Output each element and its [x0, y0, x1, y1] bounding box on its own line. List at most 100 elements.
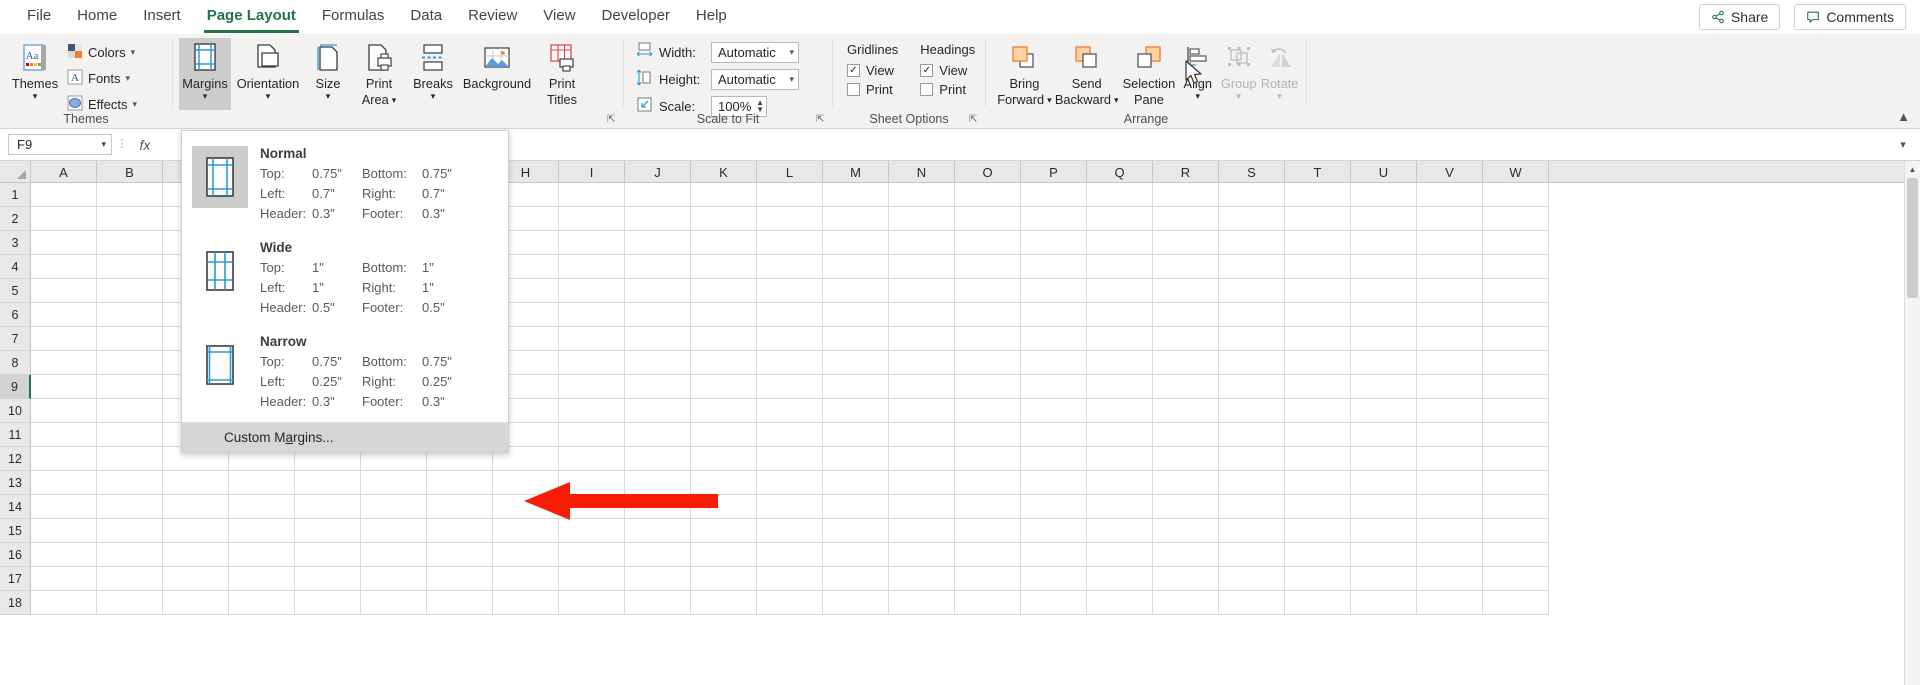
cell-W8[interactable]: [1483, 351, 1549, 375]
cell-N4[interactable]: [889, 255, 955, 279]
cell-U15[interactable]: [1351, 519, 1417, 543]
cell-W5[interactable]: [1483, 279, 1549, 303]
formula-bar-handle[interactable]: ⋮: [112, 139, 132, 150]
cell-J3[interactable]: [625, 231, 691, 255]
cell-F17[interactable]: [361, 567, 427, 591]
cell-I3[interactable]: [559, 231, 625, 255]
cell-E14[interactable]: [295, 495, 361, 519]
cell-U2[interactable]: [1351, 207, 1417, 231]
cell-P14[interactable]: [1021, 495, 1087, 519]
cell-U8[interactable]: [1351, 351, 1417, 375]
cell-P16[interactable]: [1021, 543, 1087, 567]
cell-U7[interactable]: [1351, 327, 1417, 351]
cell-S12[interactable]: [1219, 447, 1285, 471]
cell-L10[interactable]: [757, 399, 823, 423]
cell-Q15[interactable]: [1087, 519, 1153, 543]
cell-K4[interactable]: [691, 255, 757, 279]
cell-N1[interactable]: [889, 183, 955, 207]
margins-button[interactable]: Margins ▾: [179, 38, 231, 110]
cell-U3[interactable]: [1351, 231, 1417, 255]
column-header-R[interactable]: R: [1153, 161, 1219, 183]
cell-V9[interactable]: [1417, 375, 1483, 399]
cell-S4[interactable]: [1219, 255, 1285, 279]
cell-S16[interactable]: [1219, 543, 1285, 567]
margins-option-wide[interactable]: Wide Top: 1" Bottom: 1" Left: 1" Right: …: [182, 234, 508, 328]
cell-V12[interactable]: [1417, 447, 1483, 471]
cell-I4[interactable]: [559, 255, 625, 279]
chevron-down-icon[interactable]: ▾: [789, 47, 794, 57]
gridlines-view-checkbox[interactable]: ✓ View: [847, 63, 894, 78]
cell-U13[interactable]: [1351, 471, 1417, 495]
cell-V7[interactable]: [1417, 327, 1483, 351]
cell-D13[interactable]: [229, 471, 295, 495]
cell-J8[interactable]: [625, 351, 691, 375]
cell-B3[interactable]: [97, 231, 163, 255]
cell-W15[interactable]: [1483, 519, 1549, 543]
cell-E13[interactable]: [295, 471, 361, 495]
cell-U4[interactable]: [1351, 255, 1417, 279]
cell-R17[interactable]: [1153, 567, 1219, 591]
name-box[interactable]: F9 ▾: [8, 134, 112, 155]
row-header-13[interactable]: 13: [0, 471, 31, 495]
cell-P3[interactable]: [1021, 231, 1087, 255]
cell-I2[interactable]: [559, 207, 625, 231]
row-header-10[interactable]: 10: [0, 399, 31, 423]
cell-I1[interactable]: [559, 183, 625, 207]
cell-J1[interactable]: [625, 183, 691, 207]
tab-formulas[interactable]: Formulas: [309, 2, 398, 32]
cell-M6[interactable]: [823, 303, 889, 327]
column-header-N[interactable]: N: [889, 161, 955, 183]
column-header-B[interactable]: B: [97, 161, 163, 183]
chevron-down-icon[interactable]: ▾: [33, 92, 38, 101]
page-setup-dialog-launcher[interactable]: ⇱: [607, 114, 619, 126]
cell-J9[interactable]: [625, 375, 691, 399]
tab-insert[interactable]: Insert: [130, 2, 194, 32]
cell-E16[interactable]: [295, 543, 361, 567]
cell-U12[interactable]: [1351, 447, 1417, 471]
headings-print-checkbox[interactable]: Print: [920, 82, 966, 97]
column-header-L[interactable]: L: [757, 161, 823, 183]
cell-M5[interactable]: [823, 279, 889, 303]
cell-L15[interactable]: [757, 519, 823, 543]
cell-S14[interactable]: [1219, 495, 1285, 519]
cell-P8[interactable]: [1021, 351, 1087, 375]
page-height-select[interactable]: Automatic ▾: [711, 68, 799, 90]
cell-G18[interactable]: [427, 591, 493, 615]
cell-W12[interactable]: [1483, 447, 1549, 471]
cell-O9[interactable]: [955, 375, 1021, 399]
cell-P5[interactable]: [1021, 279, 1087, 303]
cell-J16[interactable]: [625, 543, 691, 567]
cell-M9[interactable]: [823, 375, 889, 399]
cell-G13[interactable]: [427, 471, 493, 495]
cell-V6[interactable]: [1417, 303, 1483, 327]
cell-O2[interactable]: [955, 207, 1021, 231]
cell-U9[interactable]: [1351, 375, 1417, 399]
cell-E18[interactable]: [295, 591, 361, 615]
cell-L18[interactable]: [757, 591, 823, 615]
row-header-18[interactable]: 18: [0, 591, 31, 615]
cell-N6[interactable]: [889, 303, 955, 327]
share-button[interactable]: Share: [1698, 4, 1781, 30]
send-backward-button[interactable]: Send Backward ▾: [1053, 38, 1121, 110]
cell-B7[interactable]: [97, 327, 163, 351]
cell-H16[interactable]: [493, 543, 559, 567]
cell-L2[interactable]: [757, 207, 823, 231]
cell-Q2[interactable]: [1087, 207, 1153, 231]
margins-option-normal[interactable]: Normal Top: 0.75" Bottom: 0.75" Left: 0.…: [182, 140, 508, 234]
expand-formula-bar-button[interactable]: ▾: [1894, 138, 1912, 151]
cell-R18[interactable]: [1153, 591, 1219, 615]
cell-W3[interactable]: [1483, 231, 1549, 255]
cell-V16[interactable]: [1417, 543, 1483, 567]
cell-U16[interactable]: [1351, 543, 1417, 567]
chevron-down-icon[interactable]: ▾: [326, 92, 331, 101]
cell-K17[interactable]: [691, 567, 757, 591]
sheet-options-dialog-launcher[interactable]: ⇱: [969, 114, 981, 126]
cell-O17[interactable]: [955, 567, 1021, 591]
checkbox-unchecked-icon[interactable]: [847, 83, 860, 96]
cell-F15[interactable]: [361, 519, 427, 543]
cell-H17[interactable]: [493, 567, 559, 591]
column-header-P[interactable]: P: [1021, 161, 1087, 183]
theme-colors-button[interactable]: Colors ▾: [64, 40, 143, 65]
cell-B1[interactable]: [97, 183, 163, 207]
cell-O8[interactable]: [955, 351, 1021, 375]
